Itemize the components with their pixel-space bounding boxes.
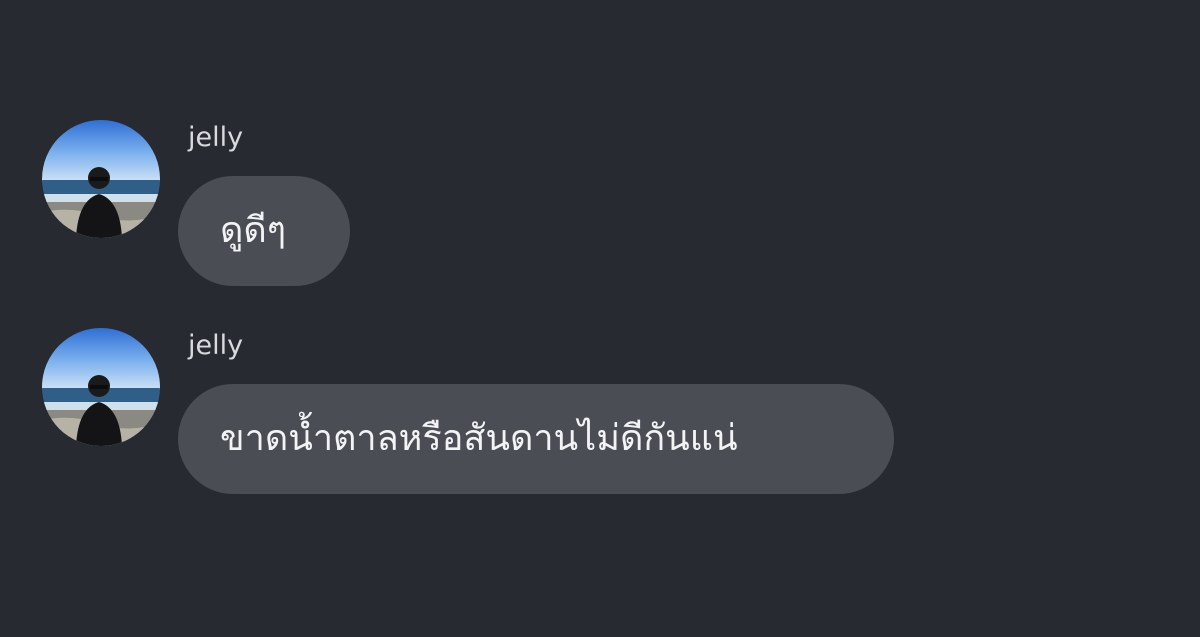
sender-name[interactable]: jelly xyxy=(188,326,243,366)
avatar[interactable] xyxy=(42,120,160,238)
profile-photo-icon xyxy=(42,120,160,238)
sender-name[interactable]: jelly xyxy=(188,118,243,158)
profile-photo-icon xyxy=(42,328,160,446)
message-bubble[interactable]: ขาดน้ำตาลหรือสันดานไม่ดีกันแน่ xyxy=(178,384,894,494)
chat-view: jelly ดูดีๆ jelly ขาดน้ำตาลหรือสันดานไม่… xyxy=(0,0,1200,637)
avatar[interactable] xyxy=(42,328,160,446)
message-bubble[interactable]: ดูดีๆ xyxy=(178,176,350,286)
